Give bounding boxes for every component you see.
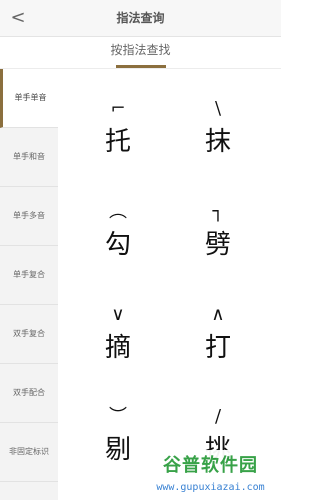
fingering-char: 勾 <box>104 230 131 260</box>
sidebar-item-non-fixed-marks[interactable]: 非固定标识 <box>0 423 58 482</box>
fingering-item-zhai[interactable]: ∨ 摘 <box>83 302 153 382</box>
fingering-item-tuo[interactable]: ⌐ 托 <box>83 96 153 176</box>
fingering-symbol: ︵ <box>109 201 127 222</box>
sidebar-item-single-hand-multi-note[interactable]: 单手多音 <box>0 187 58 246</box>
tab-bar: 按指法查找 <box>0 37 281 69</box>
fingering-symbol: ︶ <box>109 406 127 427</box>
sidebar-item-single-hand-chord[interactable]: 单手和音 <box>0 128 58 187</box>
sidebar-item-two-hand-compound[interactable]: 双手复合 <box>0 305 58 364</box>
watermark: 谷普软件园 www.gupuxiazai.com <box>140 450 281 500</box>
fingering-item-mo[interactable]: \ 抹 <box>183 96 253 176</box>
fingering-symbol: / <box>214 406 222 427</box>
fingering-char: 摘 <box>104 333 131 363</box>
fingering-symbol: ┐ <box>212 201 224 222</box>
fingering-item-pi[interactable]: ┐ 劈 <box>183 199 253 279</box>
top-nav-bar: < 指法查询 <box>0 0 281 37</box>
category-sidebar: 单手单音 单手和音 单手多音 单手复合 双手复合 双手配合 非固定标识 <box>0 69 58 500</box>
tab-active-indicator <box>116 65 166 68</box>
tab-by-fingering[interactable]: 按指法查找 <box>90 37 191 68</box>
fingering-item-gou[interactable]: ︵ 勾 <box>83 199 153 279</box>
fingering-symbol: ∧ <box>211 304 225 325</box>
sidebar-item-single-hand-single-note[interactable]: 单手单音 <box>0 69 58 128</box>
fingering-symbol: ⌐ <box>110 98 126 119</box>
watermark-brand: 谷普软件园 <box>163 455 258 476</box>
page-title: 指法查询 <box>116 11 165 25</box>
watermark-url: www.gupuxiazai.com <box>156 482 265 493</box>
fingering-char: 托 <box>104 127 131 157</box>
fingering-char: 打 <box>204 333 231 363</box>
fingering-grid: ⌐ 托 \ 抹 ︵ 勾 ┐ 劈 ∨ 摘 ∧ 打 ︶ 剔 / 挑 <box>58 69 281 500</box>
fingering-symbol: ∨ <box>111 304 125 325</box>
fingering-char: 劈 <box>204 230 231 260</box>
sidebar-item-two-hand-coordination[interactable]: 双手配合 <box>0 364 58 423</box>
fingering-symbol: \ <box>214 98 222 119</box>
sidebar-item-single-hand-compound[interactable]: 单手复合 <box>0 246 58 305</box>
fingering-char: 抹 <box>204 127 231 157</box>
fingering-item-da[interactable]: ∧ 打 <box>183 302 253 382</box>
